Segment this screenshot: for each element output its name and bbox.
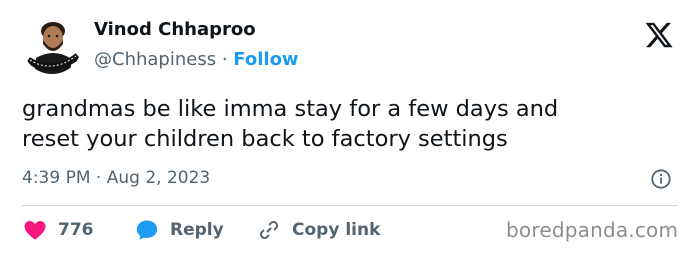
handle-separator: · (221, 49, 228, 70)
tweet-timestamp[interactable]: 4:39 PM · Aug 2, 2023 (22, 168, 210, 188)
heart-icon (24, 221, 46, 240)
tweet-text-line: reset your children back to factory sett… (22, 126, 508, 152)
copy-link-button[interactable]: Copy link (256, 218, 380, 242)
follow-button[interactable]: Follow (233, 49, 298, 70)
reply-button[interactable]: Reply (134, 218, 224, 242)
avatar-image (22, 14, 82, 74)
tweet-text-line: grandmas be like imma stay for a few day… (22, 96, 559, 122)
x-logo-icon[interactable] (644, 20, 674, 50)
divider (22, 205, 678, 206)
timestamp-separator: · (95, 168, 102, 188)
author-avatar[interactable] (22, 14, 82, 74)
copy-link-label: Copy link (292, 220, 381, 240)
info-icon[interactable] (650, 168, 672, 190)
tweet-time: 4:39 PM (22, 168, 91, 188)
link-icon (260, 221, 278, 239)
reply-bubble-icon (136, 220, 158, 240)
author-handle[interactable]: @Chhapiness (94, 49, 216, 70)
tweet-card: Vinod Chhaproo @Chhapiness · Follow gran… (0, 0, 700, 257)
author-name[interactable]: Vinod Chhaproo (94, 19, 256, 40)
handle-row: @Chhapiness · Follow (94, 49, 299, 70)
like-button[interactable]: 776 (22, 218, 94, 242)
reply-label: Reply (170, 220, 224, 240)
like-count: 776 (58, 220, 94, 240)
tweet-date: Aug 2, 2023 (106, 168, 211, 188)
tweet-text: grandmas be like imma stay for a few day… (22, 94, 662, 154)
watermark: boredpanda.com (506, 218, 679, 242)
